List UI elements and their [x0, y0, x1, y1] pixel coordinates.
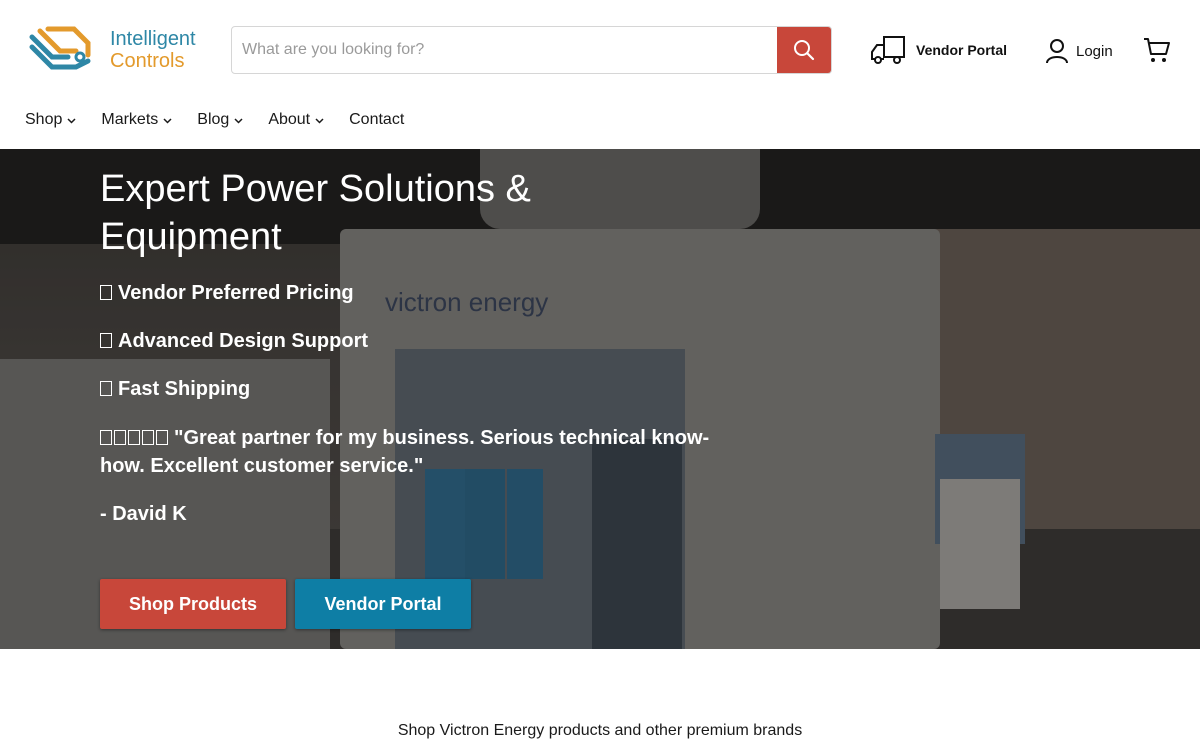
cart-button[interactable]	[1143, 36, 1173, 66]
nav-item-markets[interactable]: Markets	[101, 108, 172, 132]
testimonial-author: - David K	[100, 503, 187, 525]
nav-item-contact[interactable]: Contact	[349, 108, 404, 132]
truck-icon	[871, 36, 905, 64]
chevron-down-icon	[67, 118, 76, 124]
feature-text: Advanced Design Support	[118, 330, 369, 352]
feature-item: Fast Shipping	[100, 375, 250, 403]
testimonial-text: "Great partner for my business. Serious …	[100, 427, 710, 477]
logo-line1: Intelligent	[110, 28, 196, 50]
chevron-down-icon	[315, 118, 324, 124]
nav-label: About	[268, 111, 311, 128]
nav-item-blog[interactable]: Blog	[197, 108, 243, 132]
chevron-down-icon	[163, 118, 172, 124]
main-nav: Shop Markets Blog About Contact	[25, 108, 429, 132]
vendor-portal-link[interactable]: Vendor Portal	[870, 34, 1007, 66]
hero-title: Expert Power Solutions & Equipment	[100, 168, 531, 258]
nav-item-about[interactable]: About	[268, 108, 324, 132]
nav-label: Shop	[25, 111, 63, 128]
feature-text: Fast Shipping	[118, 378, 251, 400]
nav-label: Blog	[197, 111, 230, 128]
feature-item: Vendor Preferred Pricing	[100, 279, 354, 307]
nav-item-shop[interactable]: Shop	[25, 108, 76, 132]
feature-bullet-icon	[100, 285, 112, 300]
user-icon	[1046, 39, 1068, 64]
login-label: Login	[1076, 42, 1113, 60]
vendor-portal-label: Vendor Portal	[916, 42, 1008, 58]
search-bar	[231, 26, 832, 74]
feature-item: Advanced Design Support	[100, 327, 368, 355]
cart-icon	[1144, 38, 1170, 62]
logo-line2: Controls	[110, 50, 185, 72]
chevron-down-icon	[234, 118, 243, 124]
feature-text: Vendor Preferred Pricing	[118, 282, 354, 304]
logo-mark-icon	[29, 26, 91, 70]
login-link[interactable]: Login	[1046, 36, 1113, 66]
brands-intro-text: Shop Victron Energy products and other p…	[397, 722, 803, 739]
site-logo[interactable]: Intelligent Controls	[28, 24, 208, 76]
nav-label: Contact	[349, 111, 405, 128]
nav-label: Markets	[101, 111, 159, 128]
logo-text: Intelligent Controls	[110, 28, 196, 72]
search-button[interactable]	[777, 27, 831, 73]
shop-products-button[interactable]: Shop Products	[100, 579, 286, 629]
feature-bullet-icon	[100, 381, 112, 396]
rating-stars-icon	[100, 424, 170, 452]
search-icon	[794, 40, 815, 61]
vendor-portal-button[interactable]: Vendor Portal	[295, 579, 471, 629]
testimonial: "Great partner for my business. Serious …	[100, 424, 740, 480]
feature-bullet-icon	[100, 333, 112, 348]
hero-banner: victron energy Expert Power Solutions & …	[0, 149, 1200, 649]
site-header: Intelligent Controls Vendor Portal Login	[0, 0, 1200, 100]
search-input[interactable]	[232, 27, 777, 73]
